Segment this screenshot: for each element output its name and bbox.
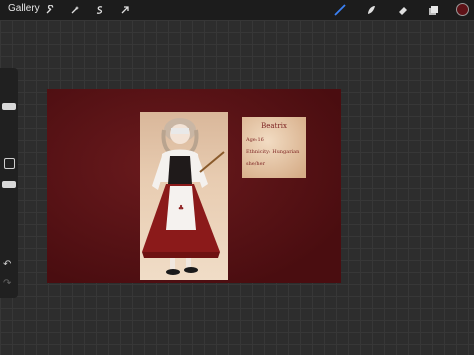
- opacity-slider[interactable]: [2, 181, 16, 188]
- selection-icon[interactable]: [92, 2, 108, 18]
- layers-icon[interactable]: [425, 2, 441, 18]
- character-name: Beatrix: [261, 122, 287, 130]
- character-info-card: Beatrix Age:16 Ethnicity: Hungarian she/…: [242, 117, 306, 178]
- wrench-icon[interactable]: [42, 2, 58, 18]
- transform-arrow-icon[interactable]: [117, 2, 133, 18]
- character-pronouns: she/her: [246, 161, 265, 167]
- modify-button[interactable]: [4, 158, 15, 169]
- svg-text:♣: ♣: [178, 204, 184, 212]
- brush-icon[interactable]: [332, 2, 348, 18]
- magic-wand-icon[interactable]: [67, 2, 83, 18]
- gallery-button[interactable]: Gallery: [8, 3, 40, 14]
- smudge-icon[interactable]: [363, 2, 379, 18]
- character-artwork: ♣: [140, 112, 228, 280]
- top-toolbar: Gallery: [0, 0, 474, 20]
- brush-size-slider[interactable]: [2, 103, 16, 110]
- eraser-icon[interactable]: [395, 2, 411, 18]
- character-age: Age:16: [246, 137, 264, 143]
- redo-icon[interactable]: ↷: [3, 278, 11, 289]
- undo-icon[interactable]: ↶: [3, 259, 11, 270]
- left-sidebar: ↶ ↷: [0, 68, 18, 298]
- color-picker-button[interactable]: [456, 3, 469, 16]
- character-ethnicity: Ethnicity: Hungarian: [246, 149, 300, 155]
